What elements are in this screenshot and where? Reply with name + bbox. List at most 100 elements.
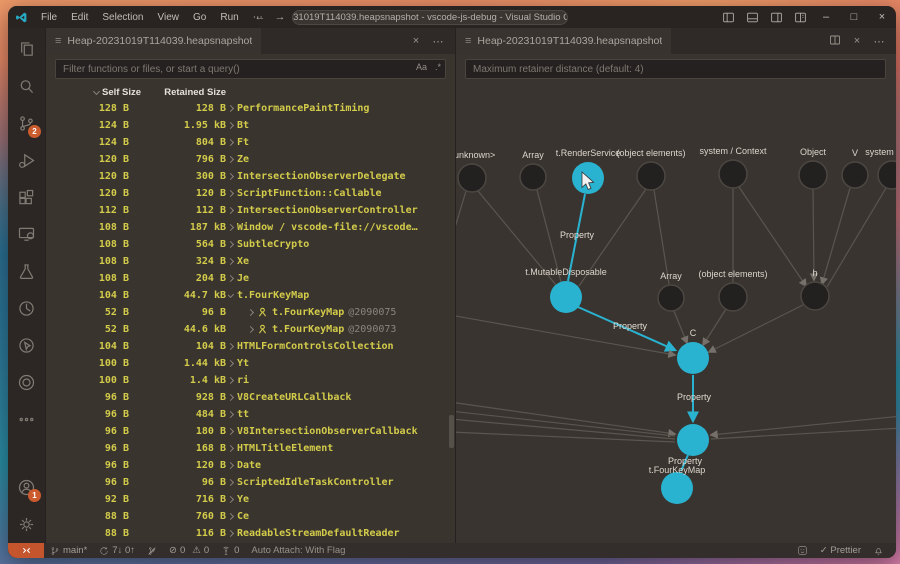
menu-go[interactable]: Go xyxy=(186,12,213,23)
graph-node[interactable] xyxy=(677,424,709,456)
tab-heapsnapshot-right[interactable]: ≡ Heap-20231019T114039.heapsnapshot xyxy=(456,28,672,54)
chevron-right-icon[interactable] xyxy=(228,529,235,538)
forwarded-ports-status[interactable]: 0 xyxy=(215,545,245,556)
table-row[interactable]: 88 B 760 B Ce xyxy=(46,508,455,525)
filter-input[interactable] xyxy=(55,59,446,79)
match-case-icon[interactable]: Aa xyxy=(416,62,427,72)
close-tab-icon[interactable]: × xyxy=(407,35,425,47)
chevron-right-icon[interactable] xyxy=(228,495,235,504)
table-row[interactable]: 96 B 96 B ScriptedIdleTaskController xyxy=(46,474,455,491)
chevron-right-icon[interactable] xyxy=(228,172,235,181)
nav-back-icon[interactable]: ← xyxy=(252,11,268,23)
chevron-right-icon[interactable] xyxy=(228,342,235,351)
table-row[interactable]: 96 B 928 B V8CreateURLCallback xyxy=(46,389,455,406)
table-row[interactable]: 104 B 104 B HTMLFormControlsCollection xyxy=(46,338,455,355)
table-row[interactable]: 96 B 168 B HTMLTitleElement xyxy=(46,440,455,457)
toggle-secondary-sidebar-icon[interactable] xyxy=(764,6,788,28)
scrollbar-thumb[interactable] xyxy=(449,415,454,448)
settings-gear-icon[interactable] xyxy=(8,506,45,543)
graph-node-system[interactable] xyxy=(877,160,896,190)
remote-indicator[interactable] xyxy=(8,543,44,558)
auto-attach-status[interactable]: Auto Attach: With Flag xyxy=(245,545,351,556)
table-row[interactable]: 96 B 484 Btt xyxy=(46,406,455,423)
table-row[interactable]: 92 B 716 B Ye xyxy=(46,491,455,508)
table-row[interactable]: 104 B 44.7 kB t.FourKeyMap xyxy=(46,287,455,304)
table-row[interactable]: 88 B 116 B ReadableStreamDefaultReader xyxy=(46,525,455,542)
maximize-button[interactable]: □ xyxy=(840,6,868,28)
table-row[interactable]: 52 B 44.6 kB t.FourKeyMap @2090073 xyxy=(46,321,455,338)
graph-node-tMutableDisposable[interactable] xyxy=(550,281,582,313)
graph-node-systemContext[interactable] xyxy=(718,159,748,189)
table-row[interactable]: 120 B 120 B ScriptFunction::Callable xyxy=(46,185,455,202)
table-row[interactable]: 120 B 796 B Ze xyxy=(46,151,455,168)
chevron-right-icon[interactable] xyxy=(228,206,235,215)
retained-size-header[interactable]: Retained Size xyxy=(156,87,226,98)
menu-file[interactable]: File xyxy=(34,12,64,23)
table-row[interactable]: 112 B 112 B IntersectionObserverController xyxy=(46,202,455,219)
customize-layout-icon[interactable] xyxy=(788,6,812,28)
chevron-right-icon[interactable] xyxy=(228,461,235,470)
menu-selection[interactable]: Selection xyxy=(95,12,150,23)
graph-node-C[interactable] xyxy=(677,342,709,374)
search-icon[interactable] xyxy=(8,68,45,105)
run-debug-icon[interactable] xyxy=(8,142,45,179)
retainer-distance-input[interactable] xyxy=(465,59,886,79)
table-row[interactable]: 96 B 120 B Date xyxy=(46,457,455,474)
chevron-right-icon[interactable] xyxy=(228,223,235,232)
chevron-right-icon[interactable] xyxy=(228,138,235,147)
sync-disabled-icon[interactable] xyxy=(141,546,163,556)
remote-explorer-icon[interactable] xyxy=(8,216,45,253)
extensions-icon[interactable] xyxy=(8,179,45,216)
chevron-right-icon[interactable] xyxy=(246,308,255,317)
regex-icon[interactable]: .* xyxy=(435,62,441,72)
chevron-right-icon[interactable] xyxy=(246,325,255,334)
chevron-right-icon[interactable] xyxy=(228,512,235,521)
table-row[interactable]: 100 B 1.4 kB ri xyxy=(46,372,455,389)
toggle-panel-icon[interactable] xyxy=(740,6,764,28)
table-row[interactable]: 96 B 180 B V8IntersectionObserverCallback xyxy=(46,423,455,440)
graph-node-tFourKeyMap[interactable] xyxy=(661,472,693,504)
close-button[interactable]: × xyxy=(868,6,896,28)
tab-heapsnapshot-left[interactable]: ≡ Heap-20231019T114039.heapsnapshot xyxy=(46,28,262,54)
feedback-smiley-icon[interactable] xyxy=(791,545,814,556)
table-row[interactable]: 108 B 187 kB Window / vscode-file://vscode… xyxy=(46,219,455,236)
table-row[interactable]: 120 B 300 B IntersectionObserverDelegate xyxy=(46,168,455,185)
chevron-right-icon[interactable] xyxy=(228,427,235,436)
table-row[interactable]: 128 B 128 B PerformancePaintTiming xyxy=(46,100,455,117)
menu-edit[interactable]: Edit xyxy=(64,12,95,23)
nav-forward-icon[interactable]: → xyxy=(272,11,288,23)
split-editor-icon[interactable] xyxy=(826,34,844,49)
table-row[interactable]: 124 B 1.95 kB Bt xyxy=(46,117,455,134)
close-tab-icon[interactable]: × xyxy=(848,35,866,47)
source-control-icon[interactable]: 2 xyxy=(8,105,45,142)
chevron-down-icon[interactable] xyxy=(228,290,235,298)
table-row[interactable]: 52 B 96 Bt.FourKeyMap @2090075 xyxy=(46,304,455,321)
live-share-icon[interactable] xyxy=(8,327,45,364)
chevron-right-icon[interactable] xyxy=(228,189,235,198)
minimize-button[interactable]: – xyxy=(812,6,840,28)
table-row[interactable]: 86 B448 kBt.… xyxy=(46,542,455,543)
chevron-right-icon[interactable] xyxy=(228,478,235,487)
github-icon[interactable] xyxy=(8,364,45,401)
test-beaker-icon[interactable] xyxy=(8,253,45,290)
profiles-icon[interactable] xyxy=(8,290,45,327)
graph-node-objectelements[interactable] xyxy=(636,161,666,191)
graph-node-Array[interactable] xyxy=(519,163,547,191)
more-icon[interactable] xyxy=(8,401,45,438)
chevron-right-icon[interactable] xyxy=(228,274,235,283)
table-row[interactable]: 100 B 1.44 kB Yt xyxy=(46,355,455,372)
table-row[interactable]: 124 B 804 B Ft xyxy=(46,134,455,151)
chevron-right-icon[interactable] xyxy=(228,257,235,266)
graph-node-V[interactable] xyxy=(841,161,869,189)
command-center[interactable]: Heap-20231019T114039.heapsnapshot - vsco… xyxy=(292,9,568,25)
chevron-right-icon[interactable] xyxy=(228,121,235,130)
table-row[interactable]: 108 B 324 B Xe xyxy=(46,253,455,270)
chevron-right-icon[interactable] xyxy=(228,240,235,249)
files-icon[interactable] xyxy=(8,31,45,68)
graph-node-h[interactable] xyxy=(800,281,830,311)
chevron-right-icon[interactable] xyxy=(228,410,235,419)
chevron-right-icon[interactable] xyxy=(228,393,235,402)
graph-node-Object[interactable] xyxy=(798,160,828,190)
git-sync-status[interactable]: 7↓ 0↑ xyxy=(93,545,141,556)
chevron-right-icon[interactable] xyxy=(228,104,235,113)
